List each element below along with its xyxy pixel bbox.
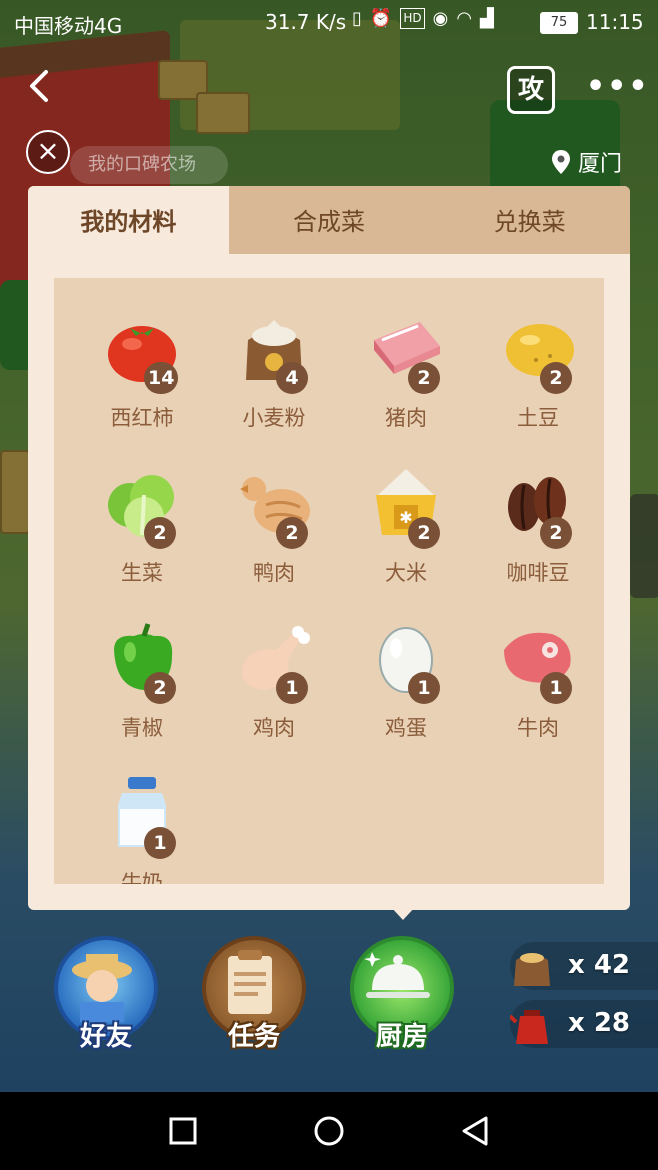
count-badge: 4 <box>276 362 308 394</box>
count-badge: 2 <box>540 517 572 549</box>
count-badge: 2 <box>408 362 440 394</box>
shop-name-pill: 我的口碑农场 <box>70 146 228 184</box>
close-button[interactable]: × <box>26 130 70 174</box>
count-badge: 2 <box>408 517 440 549</box>
recent-apps-icon[interactable] <box>166 1114 200 1148</box>
status-bar: 中国移动4G 31.7 K/s ▯ ⏰ HD ◉ ◠ ▟ 75 11:15 <box>0 0 658 44</box>
tasks-button[interactable]: 任务 <box>202 936 306 1052</box>
alarm-icon: ⏰ <box>369 8 393 29</box>
tasks-label: 任务 <box>227 1022 280 1052</box>
count-badge: 1 <box>144 827 176 859</box>
count-badge: 2 <box>144 517 176 549</box>
location-pin-icon <box>552 150 570 174</box>
vibrate-icon: ▯ <box>352 8 362 29</box>
material-item[interactable]: 1 鸡蛋 <box>340 616 472 750</box>
battery-icon: 75 <box>540 12 578 34</box>
close-icon: × <box>36 134 60 167</box>
count-badge: 2 <box>276 517 308 549</box>
item-label: 土豆 <box>517 406 559 430</box>
tab-exchange-dishes[interactable]: 兑换菜 <box>429 186 630 254</box>
item-label: 西红柿 <box>110 406 174 430</box>
flour-resource: x 42 <box>510 942 658 990</box>
flour-sack-icon <box>514 953 550 986</box>
material-item[interactable]: 14 西红柿 <box>76 306 208 440</box>
count-badge: 2 <box>144 672 176 704</box>
materials-panel: 我的材料 合成菜 兑换菜 14 西红柿 4 小麦粉 2 猪肉 2 土豆 2 生菜… <box>28 186 630 910</box>
signal-icon: ▟ <box>480 8 494 29</box>
clock: 11:15 <box>586 10 644 34</box>
material-item[interactable]: 4 小麦粉 <box>208 306 340 440</box>
tab-my-materials[interactable]: 我的材料 <box>28 186 229 254</box>
carrier-label: 中国移动4G <box>14 14 123 38</box>
materials-grid-area[interactable]: 14 西红柿 4 小麦粉 2 猪肉 2 土豆 2 生菜 2 鸭肉 ✱ 2 大米 … <box>54 278 604 884</box>
location-text: 厦门 <box>578 152 623 177</box>
system-nav-bar <box>0 1092 658 1170</box>
item-label: 生菜 <box>121 561 163 585</box>
count-badge: 1 <box>408 672 440 704</box>
status-icons: ▯ ⏰ HD ◉ ◠ ▟ <box>352 8 494 29</box>
back-triangle-icon[interactable] <box>458 1114 492 1148</box>
wifi-icon: ◠ <box>456 8 473 29</box>
oil-resource: x 28 <box>510 1000 658 1048</box>
item-label: 大米 <box>385 561 427 585</box>
friends-label: 好友 <box>79 1022 132 1052</box>
item-label: 青椒 <box>121 716 163 740</box>
hd-icon: HD <box>400 8 425 29</box>
eye-icon: ◉ <box>432 8 449 29</box>
item-label: 咖啡豆 <box>506 561 570 585</box>
material-item[interactable]: 2 鸭肉 <box>208 461 340 595</box>
item-label: 牛奶 <box>121 871 163 884</box>
panel-tabs: 我的材料 合成菜 兑换菜 <box>28 186 630 254</box>
strategy-button[interactable]: 攻 <box>507 66 555 114</box>
kitchen-button[interactable]: 厨房 <box>350 936 454 1052</box>
material-item[interactable]: ✱ 2 大米 <box>340 461 472 595</box>
game-bottom-bar: 好友 任务 厨房 x 42 x 28 <box>0 936 658 1092</box>
material-item[interactable]: 2 土豆 <box>472 306 604 440</box>
kitchen-label: 厨房 <box>375 1022 428 1052</box>
oil-kettle-icon <box>510 1010 548 1044</box>
flour-count: x 42 <box>568 950 631 980</box>
material-item[interactable]: 2 生菜 <box>76 461 208 595</box>
panel-pointer-arrow <box>390 906 416 920</box>
item-label: 猪肉 <box>385 406 427 430</box>
material-item[interactable]: 2 咖啡豆 <box>472 461 604 595</box>
material-item[interactable]: 1 鸡肉 <box>208 616 340 750</box>
item-label: 鸡蛋 <box>385 716 427 740</box>
friends-button[interactable]: 好友 <box>54 936 158 1052</box>
item-label: 小麦粉 <box>242 406 306 430</box>
count-badge: 2 <box>540 362 572 394</box>
home-icon[interactable] <box>312 1114 346 1148</box>
back-button[interactable] <box>24 66 60 110</box>
material-item[interactable]: 1 牛奶 <box>76 771 208 884</box>
materials-grid: 14 西红柿 4 小麦粉 2 猪肉 2 土豆 2 生菜 2 鸭肉 ✱ 2 大米 … <box>76 306 604 884</box>
chevron-left-icon <box>30 70 48 102</box>
count-badge: 14 <box>144 362 179 394</box>
network-speed: 31.7 K/s <box>265 10 347 34</box>
oil-count: x 28 <box>568 1008 631 1038</box>
location-label[interactable]: 厦门 <box>550 146 622 178</box>
item-label: 鸭肉 <box>253 561 295 585</box>
count-badge: 1 <box>540 672 572 704</box>
item-label: 鸡肉 <box>253 716 295 740</box>
material-item[interactable]: 2 青椒 <box>76 616 208 750</box>
more-menu-button[interactable]: ••• <box>586 72 650 102</box>
tab-combine-dishes[interactable]: 合成菜 <box>229 186 430 254</box>
material-item[interactable]: 1 牛肉 <box>472 616 604 750</box>
item-label: 牛肉 <box>517 716 559 740</box>
count-badge: 1 <box>276 672 308 704</box>
material-item[interactable]: 2 猪肉 <box>340 306 472 440</box>
